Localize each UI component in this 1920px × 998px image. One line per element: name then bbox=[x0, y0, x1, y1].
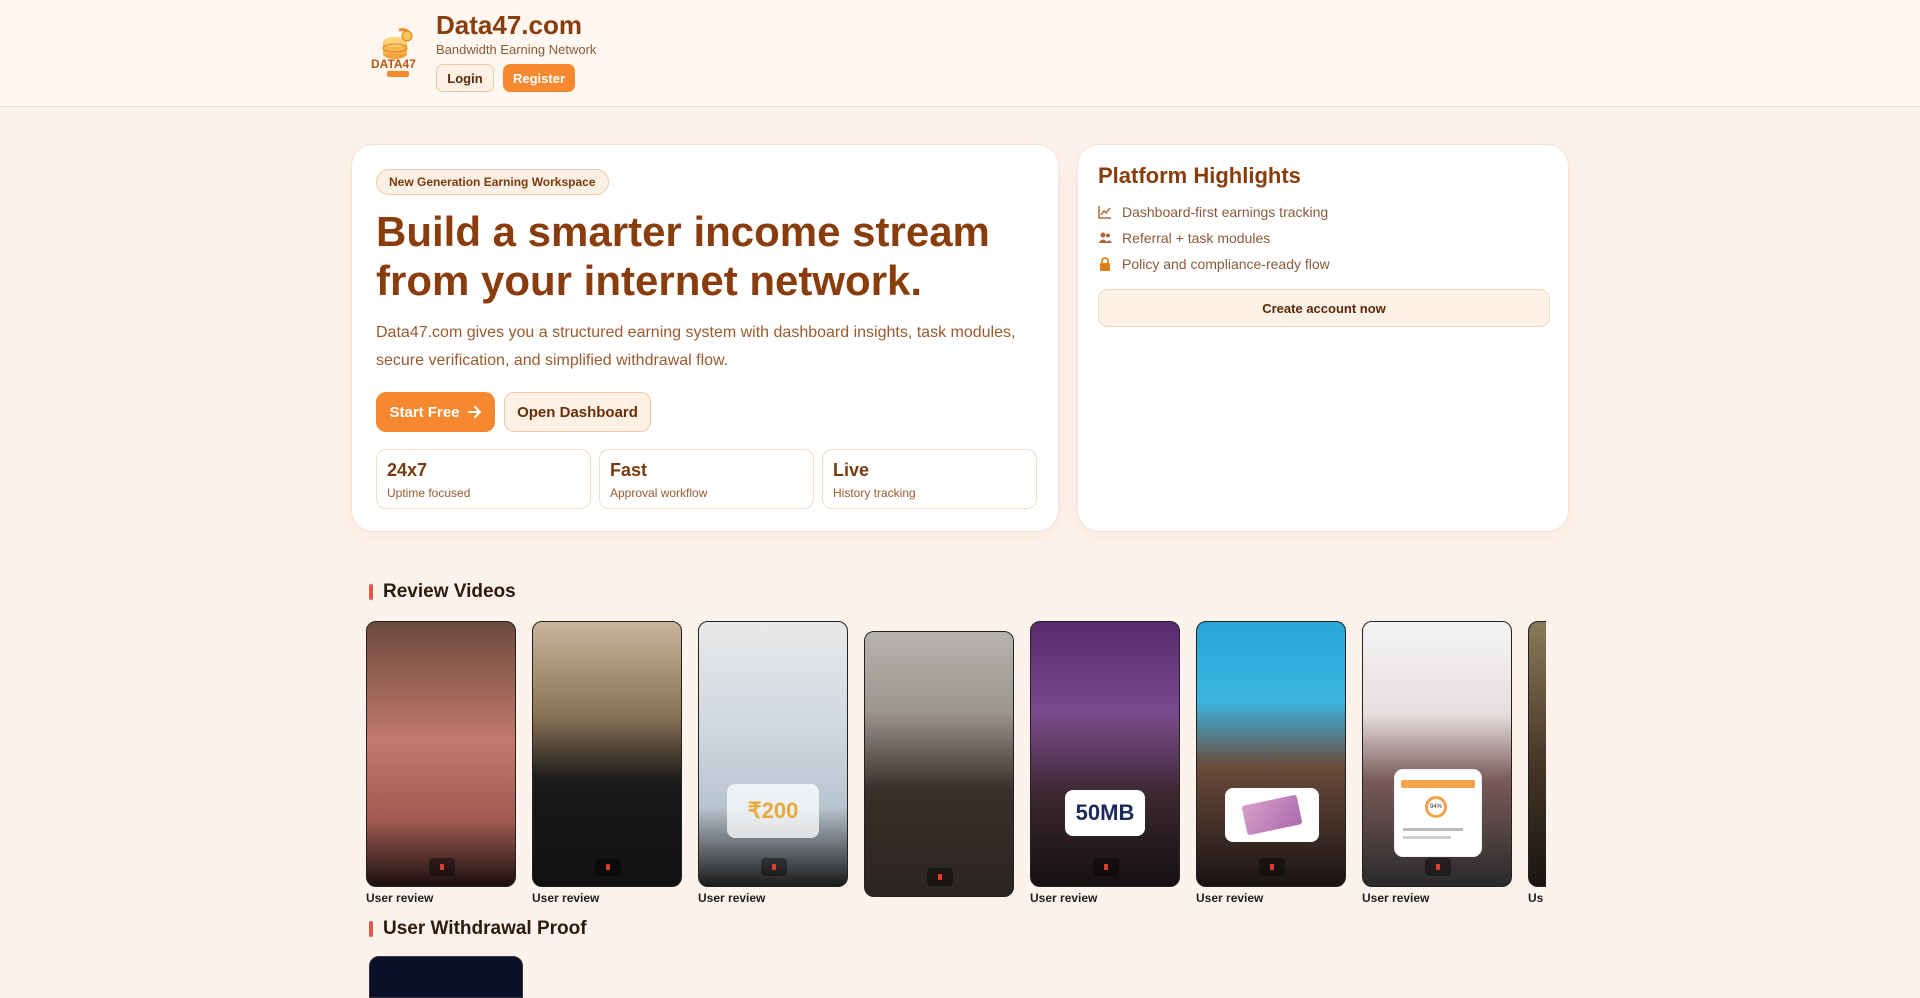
stat-uptime: 24x7 Uptime focused bbox=[376, 449, 591, 509]
lock-icon bbox=[1100, 257, 1110, 271]
highlight-label: Dashboard-first earnings tracking bbox=[1122, 204, 1329, 220]
review-video[interactable] bbox=[864, 631, 1014, 901]
play-icon[interactable] bbox=[429, 858, 455, 876]
review-video[interactable]: 50MB User review bbox=[1030, 621, 1180, 905]
stat-value: 24x7 bbox=[387, 460, 428, 480]
video-thumbnail[interactable]: ₹200 bbox=[698, 621, 848, 887]
review-video[interactable]: User review bbox=[532, 621, 682, 905]
arrow-right-icon bbox=[467, 406, 481, 418]
video-label: Us bbox=[1528, 891, 1544, 905]
stat-value: Live bbox=[833, 460, 870, 480]
start-free-label: Start Free bbox=[389, 403, 460, 421]
video-overlay-card: 50MB bbox=[1065, 790, 1145, 836]
brand-logo[interactable]: DATA47 bbox=[369, 24, 427, 80]
review-video[interactable]: ₹200 User review bbox=[698, 621, 848, 905]
hero-card: New Generation Earning Workspace Build a… bbox=[351, 144, 1059, 532]
review-videos-heading: Review Videos bbox=[369, 581, 516, 603]
highlights-card: Platform Highlights Dashboard-first earn… bbox=[1077, 144, 1569, 532]
highlight-label: Referral + task modules bbox=[1122, 230, 1271, 246]
proof-icon bbox=[369, 921, 373, 937]
stat-label: Approval workflow bbox=[610, 486, 708, 500]
highlight-item: Dashboard-first earnings tracking bbox=[1098, 204, 1328, 220]
play-icon[interactable] bbox=[1259, 858, 1285, 876]
highlight-label: Policy and compliance-ready flow bbox=[1122, 256, 1330, 272]
video-thumbnail[interactable] bbox=[864, 631, 1014, 897]
video-label: User review bbox=[1030, 891, 1098, 905]
video-label: User review bbox=[532, 891, 600, 905]
video-thumbnail[interactable] bbox=[1196, 621, 1346, 887]
withdrawal-proof-title: User Withdrawal Proof bbox=[383, 918, 587, 939]
site-header: DATA47 Data47.com Bandwidth Earning Netw… bbox=[0, 0, 1920, 107]
withdrawal-proof-heading: User Withdrawal Proof bbox=[369, 918, 587, 940]
hero-badge: New Generation Earning Workspace bbox=[376, 169, 609, 195]
review-video[interactable]: User review bbox=[366, 621, 516, 905]
review-video[interactable]: 94% User review bbox=[1362, 621, 1512, 905]
video-icon bbox=[369, 584, 373, 600]
video-label: User review bbox=[1196, 891, 1264, 905]
video-label: User review bbox=[1362, 891, 1430, 905]
money-icon bbox=[1225, 788, 1319, 842]
chart-line-icon bbox=[1098, 206, 1111, 219]
video-thumbnail[interactable] bbox=[366, 621, 516, 887]
login-button[interactable]: Login bbox=[436, 64, 494, 92]
stat-label: History tracking bbox=[833, 486, 916, 500]
video-label: User review bbox=[366, 891, 434, 905]
highlights-title: Platform Highlights bbox=[1098, 163, 1301, 188]
logo-text: DATA47 bbox=[371, 57, 416, 71]
users-icon bbox=[1098, 232, 1112, 243]
review-videos-carousel[interactable]: User review User review ₹200 User review… bbox=[366, 621, 1546, 911]
brand-title[interactable]: Data47.com bbox=[436, 10, 582, 41]
play-icon[interactable] bbox=[1093, 858, 1119, 876]
dashboard-overlay-card: 94% bbox=[1395, 770, 1481, 856]
video-thumbnail[interactable]: 50MB bbox=[1030, 621, 1180, 887]
highlight-item: Policy and compliance-ready flow bbox=[1098, 256, 1330, 272]
play-icon[interactable] bbox=[595, 858, 621, 876]
hero-description: Data47.com gives you a structured earnin… bbox=[376, 324, 1016, 369]
hero-title: Build a smarter income stream from your … bbox=[376, 208, 990, 304]
register-button[interactable]: Register bbox=[503, 64, 575, 92]
stat-value: Fast bbox=[610, 460, 648, 480]
video-overlay-card: ₹200 bbox=[727, 784, 819, 838]
highlight-item: Referral + task modules bbox=[1098, 230, 1270, 246]
stat-history: Live History tracking bbox=[822, 449, 1037, 509]
stat-approval: Fast Approval workflow bbox=[599, 449, 814, 509]
play-icon[interactable] bbox=[1425, 858, 1451, 876]
review-videos-title: Review Videos bbox=[383, 581, 516, 602]
video-thumbnail[interactable] bbox=[532, 621, 682, 887]
stat-label: Uptime focused bbox=[387, 486, 471, 500]
review-video[interactable]: User review bbox=[1196, 621, 1346, 905]
open-dashboard-button[interactable]: Open Dashboard bbox=[504, 392, 651, 432]
review-video[interactable]: Us bbox=[1528, 621, 1546, 905]
progress-value: 94% bbox=[1425, 796, 1447, 818]
video-thumbnail[interactable]: 94% bbox=[1362, 621, 1512, 887]
brand-subtitle: Bandwidth Earning Network bbox=[436, 42, 597, 57]
play-icon[interactable] bbox=[927, 868, 953, 886]
withdrawal-proof-thumbnail[interactable] bbox=[369, 956, 523, 998]
video-label: User review bbox=[698, 891, 766, 905]
video-thumbnail[interactable] bbox=[1528, 621, 1546, 887]
create-account-button[interactable]: Create account now bbox=[1098, 289, 1550, 327]
play-icon[interactable] bbox=[761, 858, 787, 876]
start-free-button[interactable]: Start Free bbox=[376, 392, 495, 432]
